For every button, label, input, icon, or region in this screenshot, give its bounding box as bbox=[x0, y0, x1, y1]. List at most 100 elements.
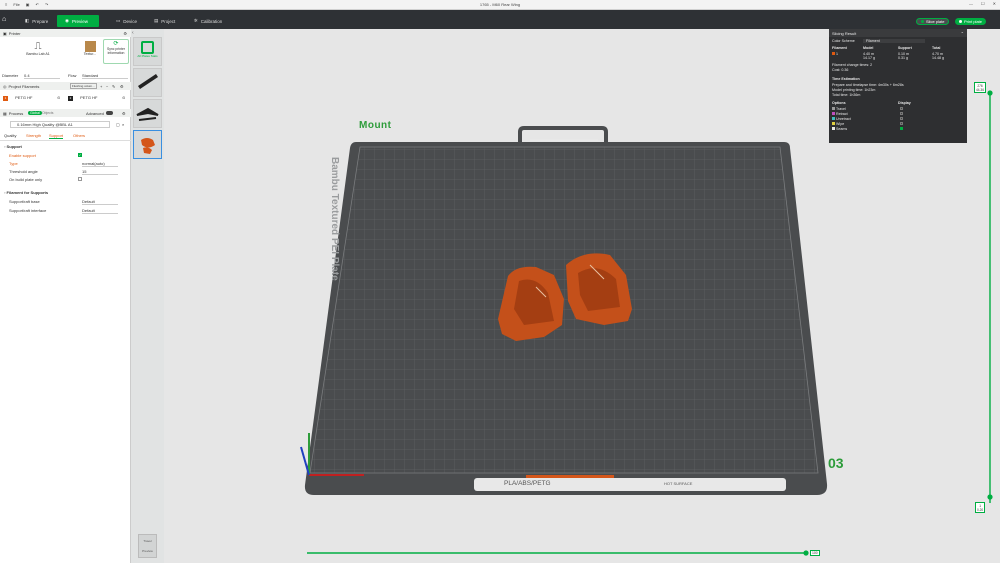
collapse-thumbnails-icon[interactable]: ‹ bbox=[132, 30, 134, 36]
support-interface-label: Support/raft interface bbox=[9, 208, 47, 213]
filament-2-name: PETG HF bbox=[80, 95, 98, 100]
remove-filament-icon[interactable]: − bbox=[106, 84, 108, 89]
enable-support-checkbox[interactable]: ✓ bbox=[78, 153, 82, 157]
process-preset-select[interactable]: 0.16mm High Quality @BBL A1 bbox=[10, 121, 110, 128]
save-preset-icon[interactable]: ▢ bbox=[116, 122, 120, 127]
printer-icon: ⎍ bbox=[34, 41, 42, 52]
plate-thumb-2[interactable] bbox=[133, 99, 162, 128]
tab-calibration[interactable]: ✲ Calibration bbox=[186, 15, 230, 27]
filament-1-name: PETG HF bbox=[15, 95, 33, 100]
legend-preview-label: Preview bbox=[142, 549, 153, 553]
plate-thumb-all-stats[interactable]: All Plates Stats bbox=[133, 37, 162, 66]
collapse-panel-icon[interactable]: ⌃ bbox=[961, 31, 964, 36]
plate-2-preview bbox=[136, 107, 159, 121]
slicing-result-panel: Slicing Result ⌃ Color Scheme Filament F… bbox=[829, 29, 967, 143]
filament-cost: Cost: 0.36 bbox=[832, 68, 849, 72]
printer-settings-icon[interactable]: ⚙ bbox=[123, 31, 127, 36]
support-type-label: Type bbox=[9, 161, 18, 166]
option-travel: Travel bbox=[832, 107, 846, 111]
color-scheme-label: Color Scheme bbox=[832, 39, 855, 43]
col-total: Total bbox=[932, 46, 941, 50]
plate-card[interactable]: Textur... bbox=[79, 41, 101, 56]
close-icon[interactable]: ✕ bbox=[993, 1, 996, 6]
tab-quality[interactable]: Quality bbox=[4, 133, 16, 138]
print-dot-icon bbox=[959, 20, 962, 23]
tab-others[interactable]: Others bbox=[73, 133, 85, 138]
support-type-select[interactable]: normal(auto) bbox=[82, 161, 118, 167]
hot-surface-label: HOT SURFACE bbox=[664, 481, 693, 486]
tab-device[interactable]: ▭ Device bbox=[108, 15, 145, 27]
support-base-select[interactable]: Default bbox=[82, 199, 118, 205]
layer-slider[interactable] bbox=[984, 83, 996, 503]
unretract-swatch bbox=[832, 117, 835, 120]
move-slider[interactable] bbox=[307, 548, 807, 558]
bed-footer-text: PLA/ABS/PETG bbox=[504, 480, 551, 487]
advanced-switch[interactable] bbox=[106, 111, 113, 115]
top-layer-height: 44.36 bbox=[976, 87, 984, 92]
slice-plate-button[interactable]: Slice plate bbox=[916, 18, 950, 25]
retract-swatch bbox=[832, 112, 835, 115]
printer-card[interactable]: ⎍ Bambu Lab A1 bbox=[26, 41, 50, 56]
tab-strength[interactable]: Strength bbox=[26, 133, 41, 138]
add-filament-icon[interactable]: + bbox=[100, 84, 102, 89]
unretract-display-checkbox[interactable] bbox=[900, 117, 903, 121]
tab-prepare[interactable]: ◧ Prepare bbox=[17, 15, 56, 27]
seams-display-checkbox[interactable] bbox=[900, 127, 903, 131]
enable-support-label: Enable support bbox=[9, 153, 36, 158]
filament-slot-1[interactable]: 1 PETG HF ⊙ bbox=[3, 95, 63, 101]
diameter-label: Diameter bbox=[2, 73, 19, 78]
option-unretract: Unretract bbox=[832, 117, 851, 121]
edit-filament-icon[interactable]: ✎ bbox=[112, 84, 115, 89]
total-time: Total time: 1h36m bbox=[832, 93, 861, 97]
support-interface-select[interactable]: Default bbox=[82, 208, 118, 214]
plate-name-label[interactable]: Mount bbox=[359, 120, 392, 131]
threshold-angle-input[interactable]: 15 bbox=[82, 169, 118, 175]
prepare-time: Prepare and timelapse time: 4m30s + 6m28… bbox=[832, 83, 904, 87]
wipe-swatch bbox=[832, 122, 835, 125]
flushing-volumes-button[interactable]: Flushing volum... bbox=[70, 83, 97, 89]
filament-1-edit-icon[interactable]: ⊙ bbox=[57, 95, 60, 100]
plate-thumb-1[interactable] bbox=[133, 68, 162, 97]
seams-swatch bbox=[832, 127, 835, 130]
filament-slot-2[interactable]: 2 PETG HF ⊙ bbox=[68, 95, 128, 101]
color-scheme-select[interactable]: Filament bbox=[863, 39, 925, 43]
support-group-title: ▫ Support bbox=[4, 144, 22, 149]
minimize-icon[interactable]: — bbox=[969, 1, 973, 6]
filament-supports-title: ▫ Filament for Supports bbox=[4, 190, 49, 195]
tab-divider bbox=[0, 140, 131, 141]
filament-row-swatch bbox=[832, 52, 835, 55]
build-plate-only-checkbox[interactable] bbox=[78, 177, 82, 181]
retract-display-checkbox[interactable] bbox=[900, 112, 903, 116]
device-icon: ▭ bbox=[116, 18, 121, 23]
tab-preview[interactable]: ◉ Preview bbox=[57, 15, 99, 27]
col-support: Support bbox=[898, 46, 912, 50]
flow-select[interactable]: Standard bbox=[82, 73, 128, 79]
process-settings-icon[interactable]: ⚙ bbox=[122, 111, 126, 116]
filaments-section-header: ◎ Project Filaments Flushing volum... + … bbox=[0, 82, 131, 90]
objects-toggle[interactable]: Objects bbox=[42, 111, 54, 115]
process-section-icon: ▦ bbox=[3, 110, 7, 116]
option-seams: Seams bbox=[832, 127, 847, 131]
legend-toggle[interactable]: Travel Preview bbox=[138, 534, 157, 558]
home-icon[interactable]: ⌂ bbox=[2, 16, 10, 26]
calibration-icon: ✲ bbox=[194, 18, 198, 23]
maximize-icon[interactable]: ☐ bbox=[981, 1, 985, 6]
legend-travel-label: Travel bbox=[143, 539, 152, 543]
window-title: 1765 - M60 Rear Wing bbox=[479, 2, 521, 7]
plate-3-preview bbox=[141, 138, 155, 154]
wipe-display-checkbox[interactable] bbox=[900, 122, 903, 126]
plate-thumb-3[interactable] bbox=[133, 130, 162, 159]
left-settings-panel: ▣ Printer ⚙ ⎍ Bambu Lab A1 Textur... ⟳ S… bbox=[0, 29, 131, 563]
sync-printer-button[interactable]: ⟳ Sync printer information bbox=[103, 39, 129, 64]
filament-2-edit-icon[interactable]: ⊙ bbox=[122, 95, 125, 100]
search-settings-icon[interactable]: ⌕ bbox=[122, 122, 124, 127]
travel-swatch bbox=[832, 107, 835, 110]
global-toggle[interactable]: Global bbox=[28, 111, 42, 115]
tab-project[interactable]: ▤ Project bbox=[146, 15, 183, 27]
print-plate-button[interactable]: Print plate bbox=[955, 18, 987, 25]
travel-display-checkbox[interactable] bbox=[900, 107, 903, 111]
time-estimation-title: Time Estimation bbox=[832, 77, 860, 81]
tab-support[interactable]: Support bbox=[49, 133, 64, 139]
diameter-select[interactable]: 0.4 bbox=[24, 73, 60, 79]
filament-settings-icon[interactable]: ⚙ bbox=[120, 84, 124, 89]
